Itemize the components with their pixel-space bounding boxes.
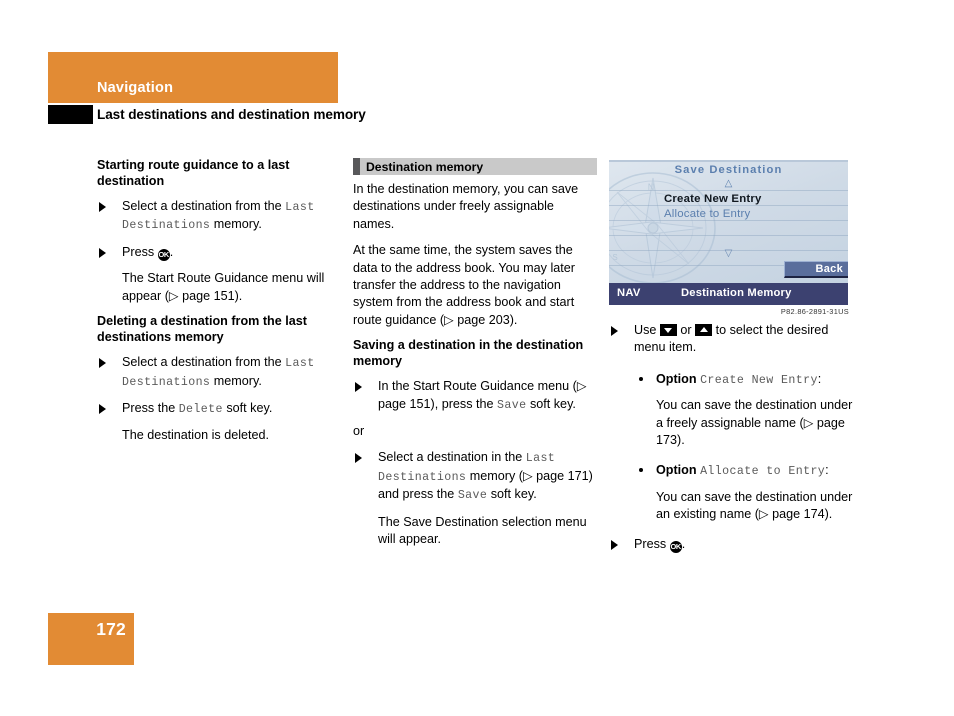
result-destination-deleted: The destination is deleted. — [122, 428, 270, 443]
row-separator — [609, 220, 848, 221]
status-bar-mode: NAV — [617, 287, 641, 299]
step-text-tail: soft key. — [526, 396, 576, 411]
scroll-up-indicator-icon[interactable]: △ — [609, 179, 848, 189]
option-colon: : — [825, 463, 829, 478]
step-text-tail: soft key. — [222, 400, 273, 415]
triangle-bullet-icon — [611, 539, 618, 550]
paragraph-destination-memory-2: At the same time, the system saves the d… — [353, 243, 575, 327]
back-softkey-button[interactable]: Back — [784, 261, 848, 278]
step-press-delete-softkey: Press the Delete soft key. — [97, 400, 341, 418]
step-text-tail: soft key. — [487, 487, 537, 502]
triangle-bullet-icon — [355, 453, 362, 464]
triangle-bullet-icon — [611, 326, 618, 336]
triangle-bullet-icon — [99, 247, 106, 258]
ok-button-icon: OK — [669, 541, 682, 554]
subsection-title: Destination memory — [366, 160, 484, 174]
step-select-destination-1: Select a destination from the Last Desti… — [97, 198, 341, 235]
step-text: Press — [634, 536, 670, 551]
result-start-route-guidance: The Start Route Guidance menu will appea… — [122, 271, 325, 303]
step-text-tail: memory. — [210, 373, 262, 388]
alternative-label-or: or — [353, 424, 365, 439]
chapter-title: Navigation — [97, 80, 174, 96]
result-save-destination-menu: The Save Destination selection menu will… — [378, 514, 587, 547]
step-select-and-save: Select a destination in the Last Destina… — [353, 449, 597, 504]
step-text: Select a destination in the — [378, 450, 526, 465]
option-colon: : — [817, 371, 822, 386]
up-arrow-key-icon — [695, 324, 713, 336]
subsection-header-bar: Destination memory — [353, 158, 597, 175]
option-create-new-entry: Option Create New Entry: — [609, 371, 853, 389]
step-press-ok-1: Press OK. — [97, 244, 341, 262]
option-allocate-to-entry-description: You can save the destination under an ex… — [656, 489, 853, 522]
step-text-tail: . — [169, 244, 174, 259]
heading-saving-destination: Saving a destination in the destination … — [353, 338, 584, 368]
step-text-mid: or — [676, 323, 696, 337]
chapter-header-band: Navigation — [48, 52, 338, 103]
dot-bullet-icon — [639, 468, 643, 473]
triangle-bullet-icon — [99, 202, 106, 212]
page-number: 172 — [96, 619, 126, 639]
triangle-bullet-icon — [99, 358, 106, 369]
ok-button-icon: OK — [157, 249, 170, 262]
section-marker-tab — [48, 105, 93, 124]
step-text: Select a destination from the — [122, 355, 286, 370]
option-label: Option — [656, 371, 701, 386]
column-left: Starting route guidance to a last destin… — [97, 158, 341, 454]
step-use-arrow-keys: Use or to select the desired menu item. — [609, 322, 853, 357]
step-press-save-softkey: In the Start Route Guidance menu (▷ page… — [353, 378, 597, 414]
column-middle: Destination memory In the destination me… — [353, 158, 597, 558]
screen-status-bar: NAV Destination Memory — [609, 283, 848, 305]
heading-starting-route-guidance: Starting route guidance to a last destin… — [97, 158, 290, 188]
status-bar-context: Destination Memory — [681, 287, 792, 299]
option-create-new-entry-description: You can save the destination under a fre… — [656, 398, 853, 448]
screen-title: Save Destination — [674, 164, 783, 176]
heading-deleting-destination: Deleting a destination from the last des… — [97, 314, 307, 344]
step-text-tail: memory. — [210, 217, 262, 232]
page-number-box: 172 — [48, 613, 134, 665]
triangle-bullet-icon — [355, 382, 362, 393]
step-text: Press — [122, 244, 158, 259]
option-label: Option — [656, 463, 701, 478]
down-arrow-key-icon — [659, 324, 677, 336]
row-separator — [609, 190, 848, 191]
ui-term-save: Save — [457, 489, 488, 503]
step-select-destination-2: Select a destination from the Last Desti… — [97, 354, 341, 391]
header-bar-tab — [353, 158, 360, 175]
ui-term-allocate-to-entry: Allocate to Entry — [700, 465, 826, 479]
option-allocate-to-entry: Option Allocate to Entry: — [609, 462, 853, 480]
scroll-down-indicator-icon[interactable]: ▽ — [609, 249, 848, 259]
menu-item-create-new-entry[interactable]: Create New Entry — [664, 193, 762, 205]
step-text-tail: . — [681, 536, 686, 551]
row-separator — [609, 205, 848, 206]
figure-caption: P82.86-2891-31US — [780, 307, 849, 316]
ui-term-delete: Delete — [178, 402, 223, 416]
step-press-ok-2: Press OK. — [609, 536, 853, 554]
column-right: Use or to select the desired menu item. … — [609, 322, 853, 562]
ui-term-create-new-entry: Create New Entry — [700, 373, 818, 387]
step-text: Select a destination from the — [122, 199, 286, 213]
navigation-screen-figure: N S W Save Destination △ Create New Entr… — [609, 160, 848, 305]
manual-page: Navigation Last destinations and destina… — [0, 0, 954, 716]
step-text: Press the — [122, 400, 179, 415]
triangle-bullet-icon — [99, 403, 106, 414]
back-softkey-label: Back — [815, 263, 843, 275]
dot-bullet-icon — [639, 376, 643, 381]
step-text: Use — [634, 323, 660, 337]
section-title: Last destinations and destination memory — [97, 107, 366, 122]
ui-term-save: Save — [497, 398, 527, 412]
menu-item-allocate-to-entry[interactable]: Allocate to Entry — [664, 208, 750, 220]
row-separator — [609, 235, 848, 236]
paragraph-destination-memory-1: In the destination memory, you can save … — [353, 182, 579, 231]
